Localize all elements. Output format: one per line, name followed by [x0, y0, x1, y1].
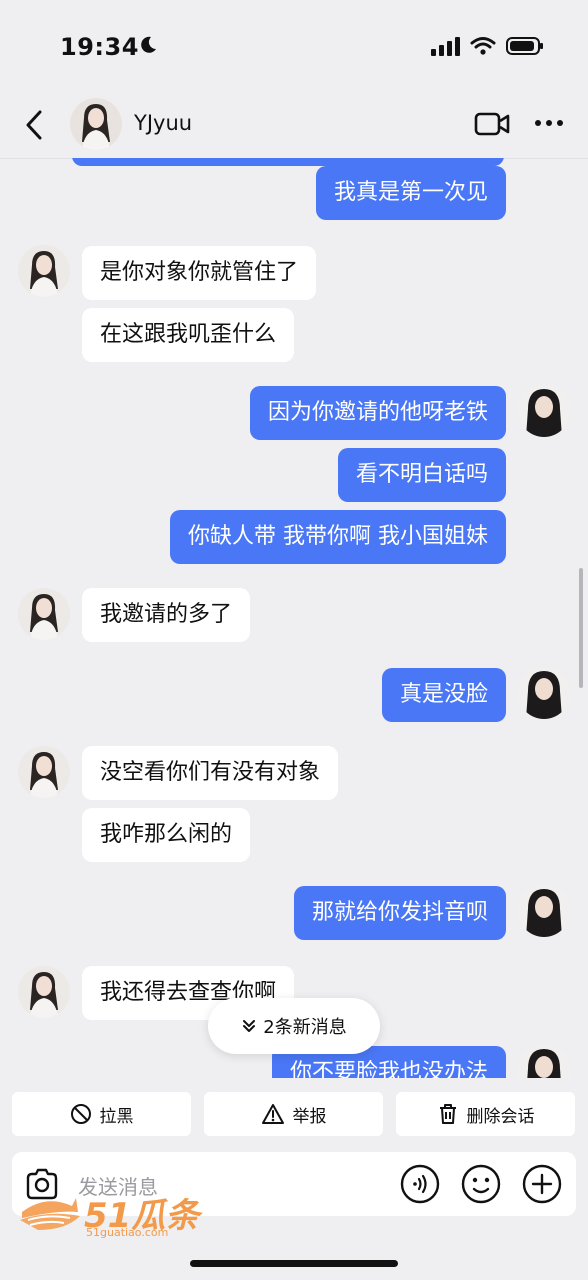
message-bubble[interactable]: 我咋那么闲的: [82, 808, 251, 862]
message-bubble[interactable]: 看不明白话吗: [337, 448, 506, 502]
watermark-site: 51guatiao.com: [86, 1226, 169, 1239]
scrollbar[interactable]: [579, 568, 583, 688]
chat-header: YJyuu: [0, 90, 588, 159]
self-avatar[interactable]: [518, 1045, 570, 1078]
contact-avatar[interactable]: [18, 245, 70, 297]
contact-avatar[interactable]: [70, 98, 122, 150]
delete-conversation-button[interactable]: 删除会话: [396, 1092, 575, 1136]
new-messages-button[interactable]: 2条新消息: [208, 998, 380, 1054]
warning-icon: [261, 1104, 284, 1124]
message-bubble[interactable]: 因为你邀请的他呀老铁: [249, 386, 506, 440]
back-arrow-icon[interactable]: [22, 108, 48, 142]
trash-icon: [439, 1104, 456, 1124]
report-label: 举报: [292, 1106, 327, 1127]
moon-icon: [141, 36, 156, 53]
message-list[interactable]: 我真是第一次见 是你对象你就管住了 在这跟我叽歪什么 因为你邀请的他呀老铁 看不…: [0, 158, 588, 1078]
contact-avatar[interactable]: [18, 588, 70, 640]
delete-conversation-label: 删除会话: [466, 1106, 535, 1127]
block-button[interactable]: 拉黑: [12, 1092, 191, 1136]
message-bubble[interactable]: 没空看你们有没有对象: [82, 746, 339, 800]
block-label: 拉黑: [99, 1106, 134, 1127]
self-avatar[interactable]: [518, 885, 570, 937]
battery-icon: [506, 37, 543, 55]
message-bubble[interactable]: 在这跟我叽歪什么: [82, 308, 295, 362]
message-bubble[interactable]: 真是没脸: [381, 668, 506, 722]
contact-avatar[interactable]: [18, 966, 70, 1018]
wifi-icon: [470, 37, 496, 55]
message-bubble[interactable]: 我邀请的多了: [82, 588, 251, 642]
home-indicator[interactable]: [190, 1260, 398, 1267]
contact-avatar[interactable]: [18, 746, 70, 798]
message-bubble[interactable]: 你缺人带 我带你啊 我小国姐妹: [170, 510, 506, 564]
status-time: 19:34: [60, 33, 139, 61]
self-avatar[interactable]: [518, 385, 570, 437]
add-icon[interactable]: [522, 1164, 562, 1204]
double-chevron-down-icon: [243, 1020, 256, 1032]
video-call-icon[interactable]: [474, 110, 510, 138]
emoji-icon[interactable]: [461, 1164, 501, 1204]
self-avatar[interactable]: [518, 667, 570, 719]
cellular-signal-icon: [431, 37, 460, 56]
action-bar: 拉黑 举报 删除会话: [0, 1078, 588, 1148]
message-bubble[interactable]: 那就给你发抖音呗: [293, 886, 506, 940]
voice-icon[interactable]: [400, 1164, 440, 1204]
more-options-icon[interactable]: [534, 118, 564, 128]
new-messages-label: 2条新消息: [263, 1017, 347, 1038]
watermark-logo: 51瓜条 51guatiao.com: [18, 1186, 208, 1246]
contact-name: YJyuu: [134, 111, 193, 135]
block-icon: [70, 1104, 91, 1124]
status-bar: 19:34: [0, 0, 588, 90]
message-bubble[interactable]: 是你对象你就管住了: [82, 246, 317, 300]
message-bubble[interactable]: 我真是第一次见: [315, 166, 506, 220]
message-bubble-cut: [72, 158, 504, 166]
report-button[interactable]: 举报: [204, 1092, 383, 1136]
